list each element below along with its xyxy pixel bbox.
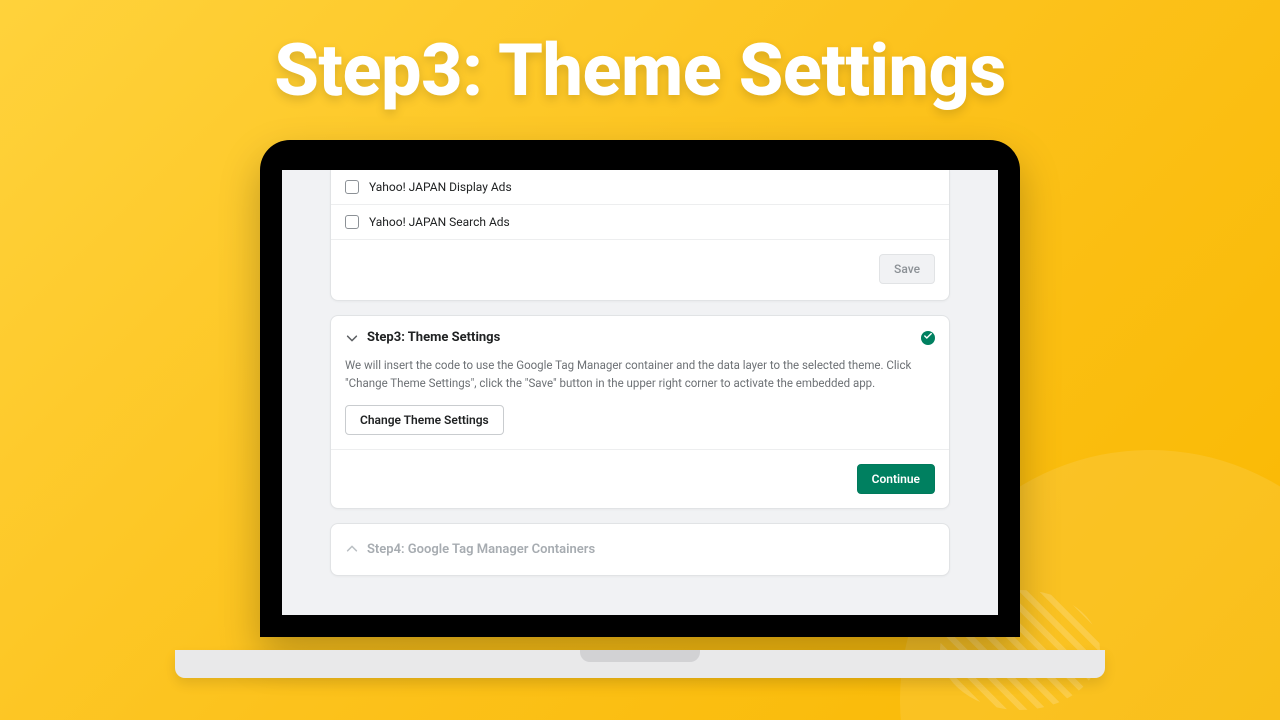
laptop-notch [580, 650, 700, 662]
step4-header[interactable]: Step4: Google Tag Manager Containers [331, 524, 949, 575]
step3-continue-row: Continue [331, 450, 949, 508]
checkbox-icon[interactable] [345, 215, 359, 229]
step3-title-wrap: Step3: Theme Settings [345, 330, 500, 345]
change-theme-settings-button[interactable]: Change Theme Settings [345, 405, 504, 435]
step4-card: Step4: Google Tag Manager Containers [330, 523, 950, 576]
step3-header[interactable]: Step3: Theme Settings [331, 316, 949, 353]
option-row[interactable]: Yahoo! JAPAN Search Ads [331, 205, 949, 240]
option-row[interactable]: Yahoo! JAPAN Display Ads [331, 170, 949, 205]
continue-button[interactable]: Continue [857, 464, 935, 494]
card-actions: Save [331, 240, 949, 300]
status-complete-icon [921, 331, 935, 345]
chevron-up-icon [345, 542, 359, 556]
chevron-down-icon [345, 331, 359, 345]
check-icon [924, 332, 932, 343]
step3-description: We will insert the code to use the Googl… [331, 353, 949, 405]
save-button[interactable]: Save [879, 254, 935, 284]
page-title: Step3: Theme Settings [0, 28, 1280, 113]
step4-title: Step4: Google Tag Manager Containers [367, 542, 595, 557]
laptop-bezel: Yahoo! JAPAN Display Ads Yahoo! JAPAN Se… [260, 140, 1020, 637]
laptop-mockup: Yahoo! JAPAN Display Ads Yahoo! JAPAN Se… [260, 140, 1020, 637]
app-content: Yahoo! JAPAN Display Ads Yahoo! JAPAN Se… [282, 170, 998, 615]
step3-card: Step3: Theme Settings We will insert the… [330, 315, 950, 509]
laptop-screen: Yahoo! JAPAN Display Ads Yahoo! JAPAN Se… [282, 170, 998, 615]
option-label: Yahoo! JAPAN Display Ads [369, 180, 512, 194]
step4-title-wrap: Step4: Google Tag Manager Containers [345, 542, 595, 557]
step3-title: Step3: Theme Settings [367, 330, 500, 345]
checkbox-icon[interactable] [345, 180, 359, 194]
step3-sub-actions: Change Theme Settings [331, 405, 949, 450]
laptop-base [175, 650, 1105, 678]
option-label: Yahoo! JAPAN Search Ads [369, 215, 510, 229]
settings-card-ads-options: Yahoo! JAPAN Display Ads Yahoo! JAPAN Se… [330, 170, 950, 301]
stage: Step3: Theme Settings Yahoo! JAPAN Displ… [0, 0, 1280, 720]
